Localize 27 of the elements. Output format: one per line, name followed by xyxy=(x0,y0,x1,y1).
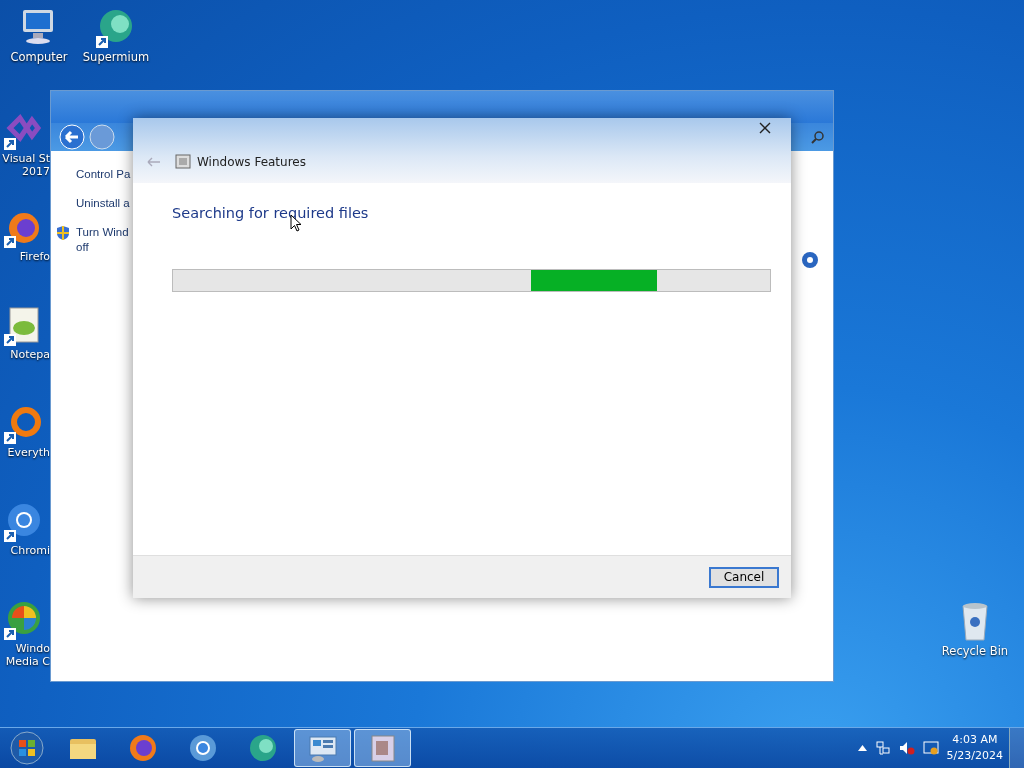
clock-time[interactable]: 4:03 AM xyxy=(946,732,1003,748)
sidebar-link[interactable]: Uninstall a xyxy=(76,196,130,211)
icon-label: Firefo xyxy=(19,250,50,263)
icon-label: Visual St xyxy=(2,152,50,165)
network-icon[interactable] xyxy=(874,740,891,756)
start-orb-icon[interactable] xyxy=(9,730,45,766)
window-title: Windows Features xyxy=(197,154,306,169)
icon-label: Media C xyxy=(5,655,50,668)
shield-icon xyxy=(56,225,70,241)
icon-label: 2017 xyxy=(22,165,50,178)
icon-label: Windo xyxy=(15,642,50,655)
muted-speaker-icon[interactable] xyxy=(898,740,915,756)
sidebar-link[interactable]: Turn Wind off xyxy=(76,225,129,255)
icon-label: Notepa xyxy=(10,348,50,361)
icon-label: Everyth xyxy=(7,446,50,459)
cancel-button[interactable]: Cancel xyxy=(709,566,779,588)
icon-label: Recycle Bin xyxy=(941,644,1009,658)
icon-label: Chromi xyxy=(10,544,50,557)
icon-label: Computer xyxy=(10,50,68,64)
taskbar-button[interactable] xyxy=(294,729,351,767)
status-heading: Searching for required files xyxy=(172,205,370,221)
search-icon[interactable] xyxy=(811,130,825,144)
window-icon xyxy=(175,154,191,169)
sidebar-link[interactable]: Control Pa xyxy=(76,167,131,182)
icon-label: Supermium xyxy=(82,50,150,64)
caret-icon[interactable] xyxy=(857,745,867,751)
clock-date[interactable]: 5/23/2024 xyxy=(946,748,1003,764)
